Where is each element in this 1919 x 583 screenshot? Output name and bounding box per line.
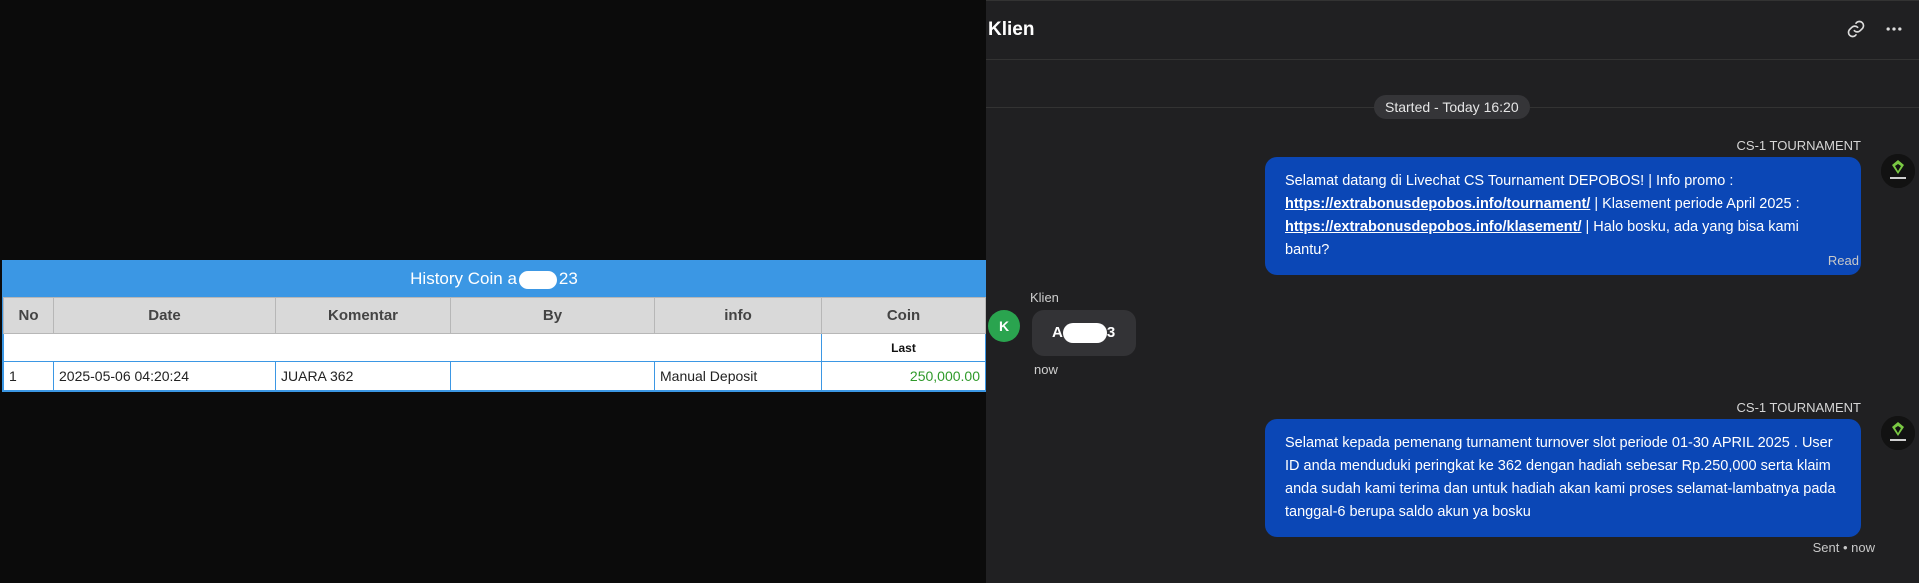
message-time: now (1034, 362, 1058, 377)
subheader-empty (3, 333, 822, 362)
col-by: By (450, 297, 655, 334)
table-row: 1 2025-05-06 04:20:24 JUARA 362 Manual D… (3, 361, 986, 391)
agent-message-bubble: Selamat datang di Livechat CS Tournament… (1265, 157, 1861, 275)
sent-status: Sent • now (1812, 540, 1875, 555)
chat-title: Klien (988, 19, 1035, 40)
history-title: History Coin a 23 (3, 261, 985, 297)
agent-avatar (1881, 416, 1915, 450)
cell-date: 2025-05-06 04:20:24 (53, 361, 276, 391)
col-coin: Coin (821, 297, 986, 334)
klasement-link[interactable]: https://extrabonusdepobos.info/klasement… (1285, 219, 1581, 235)
read-status: Read (1827, 253, 1859, 268)
client-message-prefix: A (1052, 324, 1063, 341)
client-avatar: K (988, 310, 1020, 342)
chat-started-badge: Started - Today 16:20 (1374, 95, 1530, 119)
client-name: Klien (1030, 290, 1059, 305)
cell-coin: 250,000.00 (821, 361, 986, 391)
client-message-suffix: 3 (1106, 324, 1116, 341)
client-message-bubble: A3 (1032, 310, 1136, 356)
col-komentar: Komentar (275, 297, 451, 334)
history-table: No Date Komentar By info Coin Last 1 202… (3, 297, 986, 391)
cell-komentar: JUARA 362 (275, 361, 451, 391)
message-text: Selamat kepada pemenang turnament turnov… (1285, 435, 1836, 520)
cell-info: Manual Deposit (654, 361, 822, 391)
sender-label: CS-1 TOURNAMENT (1736, 400, 1861, 415)
message-text: Selamat datang di Livechat CS Tournament… (1285, 173, 1734, 189)
link-icon[interactable] (1845, 19, 1867, 41)
table-subheader-row: Last (3, 333, 986, 362)
chat-header: Klien (986, 0, 1919, 60)
history-coin-table: History Coin a 23 No Date Komentar By inf… (2, 260, 986, 392)
col-no: No (3, 297, 54, 334)
sender-label: CS-1 TOURNAMENT (1736, 138, 1861, 153)
cell-by (450, 361, 655, 391)
history-title-prefix: History Coin a (410, 269, 517, 288)
redacted-mask (1062, 323, 1107, 344)
tournament-link[interactable]: https://extrabonusdepobos.info/tournamen… (1285, 196, 1590, 212)
message-text: | Klasement periode April 2025 : (1590, 196, 1800, 212)
chat-panel: Klien Started - Today 16:20 CS-1 TOURNAM… (986, 0, 1919, 583)
agent-message-bubble: Selamat kepada pemenang turnament turnov… (1265, 419, 1861, 537)
table-header-row: No Date Komentar By info Coin (3, 297, 986, 334)
cell-no: 1 (3, 361, 54, 391)
col-date: Date (53, 297, 276, 334)
subheader-last: Last (821, 333, 986, 362)
agent-avatar (1881, 154, 1915, 188)
left-panel: History Coin a 23 No Date Komentar By inf… (0, 0, 986, 583)
history-title-suffix: 23 (558, 269, 578, 288)
redacted-mask (518, 270, 557, 289)
col-info: info (654, 297, 822, 334)
more-icon[interactable] (1883, 19, 1905, 41)
